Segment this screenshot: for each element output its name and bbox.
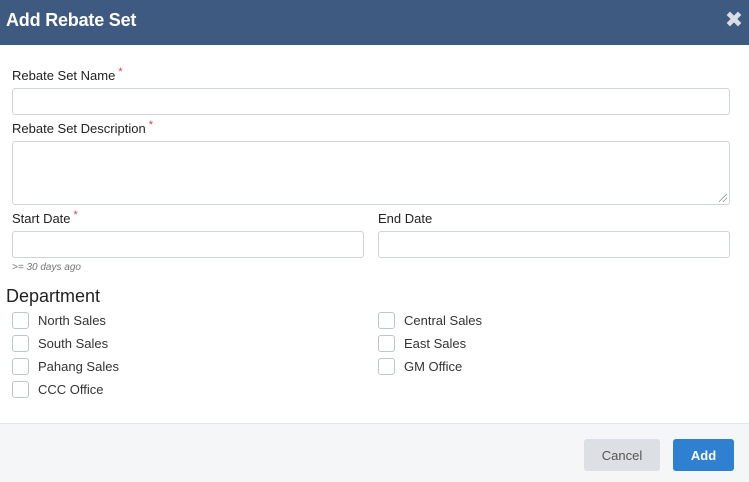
checkbox-label: South Sales <box>38 335 109 351</box>
name-label-text: Rebate Set Name <box>12 68 116 83</box>
department-option-pahang-sales[interactable]: Pahang Sales <box>12 357 119 375</box>
resize-handle-icon[interactable] <box>719 194 727 202</box>
end-date-label: End Date <box>378 211 433 226</box>
department-option-east-sales[interactable]: East Sales <box>378 334 466 352</box>
checkbox-label: GM Office <box>404 358 463 374</box>
rebate-set-description-textarea[interactable] <box>12 141 730 205</box>
required-marker: * <box>118 66 123 78</box>
checkbox[interactable] <box>12 380 29 398</box>
cancel-button[interactable]: Cancel <box>584 439 660 471</box>
description-label-text: Rebate Set Description <box>12 121 146 136</box>
checkbox-label: North Sales <box>38 312 106 328</box>
dialog-header: Add Rebate Set ✖ <box>0 0 749 45</box>
required-marker: * <box>148 119 153 131</box>
required-marker: * <box>73 209 78 221</box>
department-title: Department <box>6 286 101 306</box>
checkbox-label: Pahang Sales <box>38 358 119 374</box>
department-option-north-sales[interactable]: North Sales <box>12 311 106 329</box>
description-label: Rebate Set Description * <box>12 119 153 136</box>
dialog-title: Add Rebate Set <box>6 10 137 30</box>
checkbox[interactable] <box>12 334 29 352</box>
start-date-label: Start Date * <box>12 209 78 226</box>
checkbox-label: Central Sales <box>404 312 483 328</box>
checkbox-label: CCC Office <box>38 381 104 397</box>
add-button[interactable]: Add <box>673 439 734 471</box>
department-option-central-sales[interactable]: Central Sales <box>378 311 482 329</box>
department-option-ccc-office[interactable]: CCC Office <box>12 380 104 398</box>
rebate-set-name-input[interactable] <box>12 88 730 115</box>
name-label: Rebate Set Name * <box>12 66 123 83</box>
start-date-input[interactable] <box>12 231 364 258</box>
checkbox-label: East Sales <box>404 335 467 351</box>
checkbox[interactable] <box>378 334 395 352</box>
close-icon[interactable]: ✖ <box>724 9 744 31</box>
checkbox[interactable] <box>12 357 29 375</box>
end-date-input[interactable] <box>378 231 730 258</box>
checkbox[interactable] <box>12 311 29 329</box>
checkbox[interactable] <box>378 357 395 375</box>
department-option-gm-office[interactable]: GM Office <box>378 357 462 375</box>
start-date-label-text: Start Date <box>12 211 71 226</box>
checkbox[interactable] <box>378 311 395 329</box>
dialog-footer: Cancel Add <box>0 423 749 482</box>
start-date-hint: >= 30 days ago <box>12 262 81 273</box>
department-option-south-sales[interactable]: South Sales <box>12 334 108 352</box>
